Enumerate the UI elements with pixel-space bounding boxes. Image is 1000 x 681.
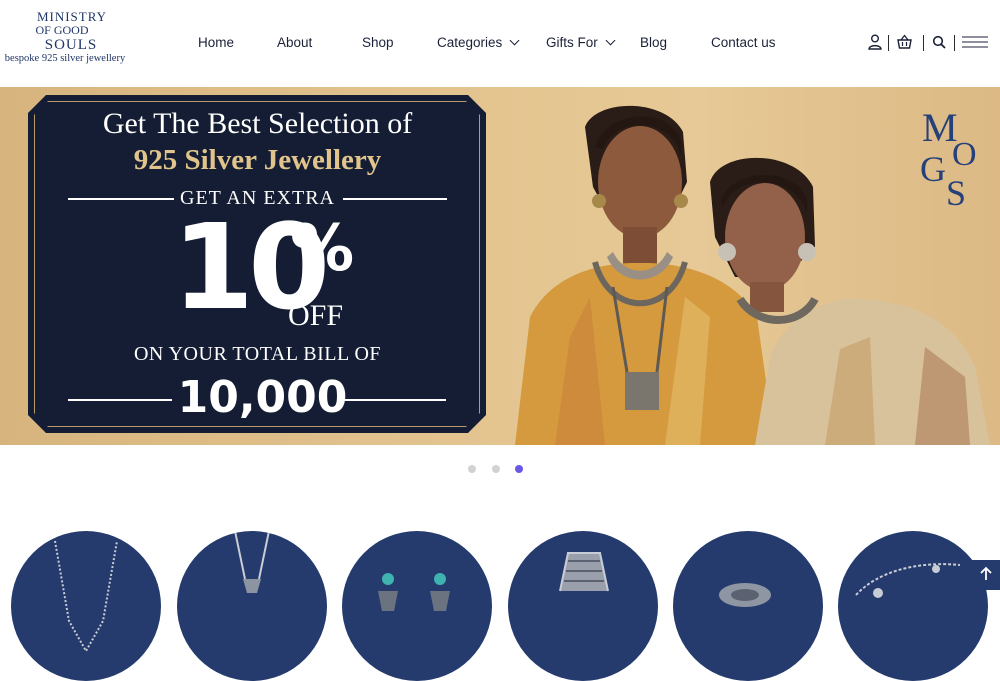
banner-condition: ON YOUR TOTAL BILL OF bbox=[133, 343, 382, 365]
category-anklets[interactable] bbox=[838, 531, 988, 681]
banner-subheadline: 925 Silver Jewellery bbox=[133, 144, 382, 176]
menu-icon[interactable] bbox=[962, 34, 988, 55]
divider bbox=[888, 35, 889, 51]
pendant-icon bbox=[234, 531, 270, 593]
svg-text:O: O bbox=[952, 136, 977, 173]
nav-shop[interactable]: Shop bbox=[362, 35, 394, 50]
divider bbox=[923, 35, 924, 51]
basket-icon[interactable] bbox=[897, 34, 912, 55]
category-pendant[interactable] bbox=[177, 531, 327, 681]
site-header: MINISTRY OF GOOD SOULS bespoke 925 silve… bbox=[0, 0, 1000, 87]
nav-categories[interactable]: Categories bbox=[437, 35, 520, 50]
carousel-dot-2[interactable] bbox=[492, 465, 500, 473]
category-rings[interactable] bbox=[673, 531, 823, 681]
hero-banner[interactable]: Get The Best Selection of 925 Silver Jew… bbox=[0, 87, 1000, 445]
nav-about[interactable]: About bbox=[277, 35, 312, 50]
banner-amount: 10,000 bbox=[177, 372, 348, 423]
nav-gifts-for-label: Gifts For bbox=[546, 35, 598, 50]
category-earrings[interactable] bbox=[342, 531, 492, 681]
brand-logo[interactable]: MINISTRY OF GOOD SOULS bespoke 925 silve… bbox=[5, 9, 128, 74]
banner-headline: Get The Best Selection of bbox=[102, 107, 413, 140]
user-icon[interactable] bbox=[868, 34, 882, 55]
search-icon[interactable] bbox=[932, 34, 946, 55]
earrings-icon bbox=[378, 573, 450, 611]
logo-line-2: OF GOOD bbox=[35, 23, 89, 37]
nav-categories-label: Categories bbox=[437, 35, 503, 50]
carousel-dot-1[interactable] bbox=[468, 465, 476, 473]
chevron-down-icon bbox=[509, 35, 520, 46]
banner-off: OFF bbox=[288, 299, 344, 332]
logo-line-3: SOULS bbox=[44, 37, 98, 53]
nav-contact[interactable]: Contact us bbox=[711, 35, 776, 50]
arrow-up-icon bbox=[980, 566, 992, 580]
header-actions bbox=[866, 34, 988, 52]
banner-percent: % bbox=[290, 212, 355, 286]
category-bangles[interactable] bbox=[508, 531, 658, 681]
ring-icon bbox=[719, 583, 771, 607]
svg-text:G: G bbox=[920, 149, 946, 189]
necklace-icon bbox=[54, 540, 118, 654]
carousel-dots bbox=[466, 465, 526, 475]
carousel-dot-3[interactable] bbox=[515, 465, 523, 473]
category-necklace[interactable] bbox=[11, 531, 161, 681]
svg-text:S: S bbox=[946, 173, 966, 209]
chevron-down-icon bbox=[605, 35, 616, 46]
logo-tagline: bespoke 925 silver jewellery bbox=[4, 53, 126, 64]
divider bbox=[954, 35, 955, 51]
monogram-logo: M O G S bbox=[916, 99, 986, 213]
nav-home[interactable]: Home bbox=[198, 35, 234, 50]
nav-gifts-for[interactable]: Gifts For bbox=[546, 35, 616, 50]
nav-blog[interactable]: Blog bbox=[640, 35, 667, 50]
logo-line-1: MINISTRY bbox=[36, 9, 108, 24]
bangle-icon bbox=[559, 552, 609, 592]
back-to-top-button[interactable] bbox=[972, 560, 1000, 590]
anklet-icon bbox=[855, 563, 961, 598]
